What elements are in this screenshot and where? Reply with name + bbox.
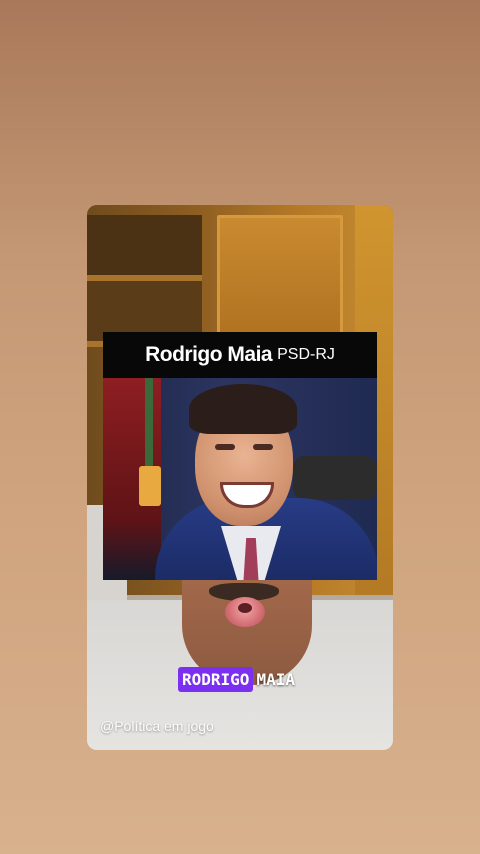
- inset-photo-card: Rodrigo Maia PSD-RJ: [103, 332, 377, 580]
- photo-hair: [189, 384, 297, 434]
- photo-chair: [293, 456, 377, 500]
- politician-name: Rodrigo Maia: [145, 343, 273, 366]
- presenter-mouth-opening: [238, 603, 252, 613]
- photo-lanyard: [145, 378, 153, 468]
- caption-highlight-word: RODRIGO: [178, 666, 254, 692]
- channel-watermark: @Política em jogo: [100, 718, 214, 734]
- photo-eye: [215, 444, 235, 450]
- photo-badge: [139, 466, 161, 506]
- cabinet-shelf: [87, 215, 202, 281]
- politician-party: PSD-RJ: [277, 346, 335, 363]
- politician-photo: [103, 378, 377, 580]
- video-frame[interactable]: Rodrigo Maia PSD-RJ RODRIGO MAIA @Políti…: [87, 205, 393, 750]
- caption-word: MAIA: [256, 669, 295, 689]
- photo-eye: [253, 444, 273, 450]
- inset-title-bar: Rodrigo Maia PSD-RJ: [103, 332, 377, 378]
- subtitle-caption: RODRIGO MAIA: [178, 665, 295, 693]
- cabinet-door: [217, 215, 343, 341]
